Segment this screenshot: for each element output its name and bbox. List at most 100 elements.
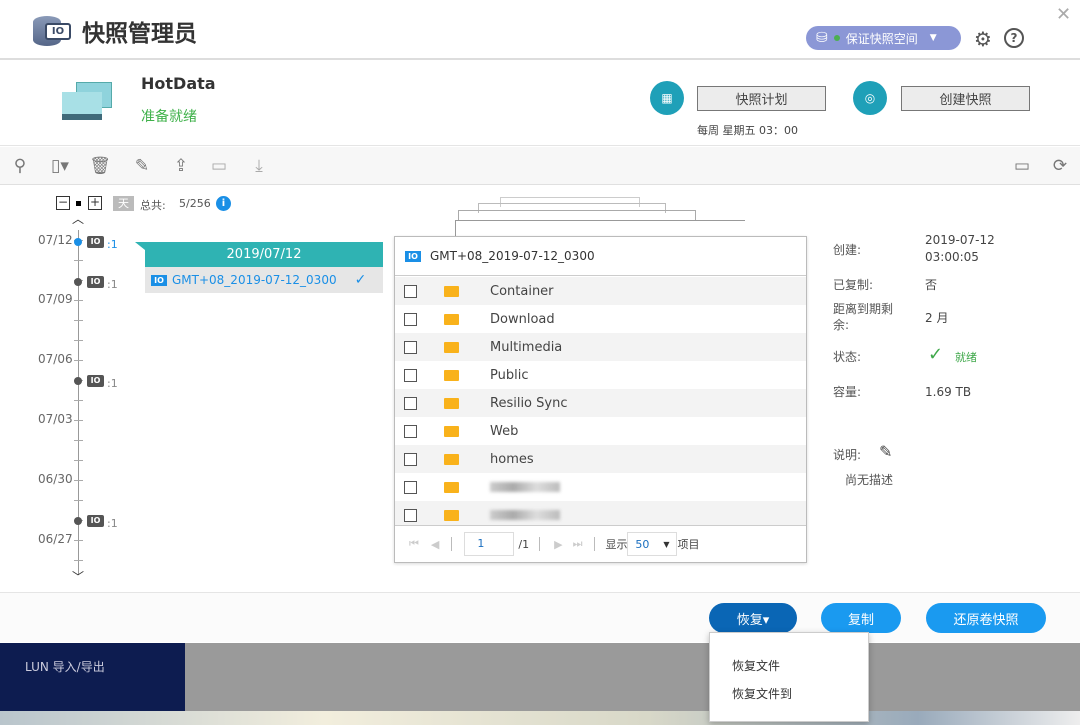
toolbar bbox=[0, 147, 1080, 185]
row-checkbox[interactable] bbox=[404, 508, 417, 522]
total-label: 总共: bbox=[140, 199, 166, 212]
snapshot-count: :1 bbox=[107, 377, 118, 390]
capacity-label: 容量: bbox=[833, 385, 862, 399]
popup-pointer bbox=[135, 242, 145, 250]
first-page-icon[interactable]: ⏮ bbox=[409, 537, 419, 551]
file-row[interactable]: Multimedia bbox=[395, 333, 806, 361]
app-logo: IO bbox=[33, 14, 73, 48]
row-checkbox[interactable] bbox=[404, 480, 417, 494]
trash-icon[interactable]: 🗑 bbox=[89, 155, 111, 177]
search-icon[interactable]: ⚲ bbox=[9, 155, 31, 177]
day-unit-badge[interactable]: 天 bbox=[113, 196, 134, 211]
timeline-date: 07/12 bbox=[38, 233, 73, 247]
row-checkbox[interactable] bbox=[404, 340, 417, 354]
file-row[interactable]: Public bbox=[395, 361, 806, 389]
file-row[interactable] bbox=[395, 501, 806, 525]
file-row[interactable]: homes bbox=[395, 445, 806, 473]
page-total: /1 bbox=[518, 537, 530, 551]
menu-item-restore-files-to[interactable]: 恢复文件到 bbox=[732, 685, 792, 702]
folder-icon bbox=[444, 397, 459, 409]
refresh-icon[interactable]: ⟳ bbox=[1049, 155, 1071, 177]
expire-value: 2 月 bbox=[925, 311, 949, 325]
schedule-text: 每周 星期五 03：00 bbox=[697, 124, 798, 137]
timeline-date: 07/06 bbox=[38, 352, 73, 366]
footer-bar bbox=[0, 592, 1080, 642]
window-icon[interactable]: ▭ bbox=[1011, 155, 1033, 177]
timeline-tick bbox=[74, 340, 83, 341]
snapshot-icon: IO bbox=[405, 250, 421, 262]
state-label: 状态: bbox=[833, 350, 862, 364]
database-icon: ⛁ bbox=[816, 30, 828, 46]
folder-name: Resilio Sync bbox=[490, 395, 568, 411]
last-page-icon[interactable]: ⏭ bbox=[573, 537, 583, 551]
file-row[interactable]: Download bbox=[395, 305, 806, 333]
row-checkbox[interactable] bbox=[404, 284, 417, 298]
scroll-down-icon[interactable]: ﹀ bbox=[72, 568, 84, 585]
edit-icon[interactable]: ✎ bbox=[131, 155, 153, 177]
prev-page-icon[interactable]: ◀ bbox=[431, 538, 439, 551]
snapshot-list-item[interactable]: IO GMT+08_2019-07-12_0300 ✓ bbox=[145, 267, 383, 293]
edit-description-icon[interactable]: ✎ bbox=[879, 442, 892, 461]
copied-label: 已复制: bbox=[833, 278, 874, 292]
gear-icon[interactable]: ⚙ bbox=[974, 27, 992, 51]
file-list: Container Download Multimedia Public Resilio… bbox=[395, 277, 806, 525]
snapshot-icon: IO bbox=[87, 236, 104, 248]
volume-name: HotData bbox=[141, 74, 216, 93]
timeline-point[interactable] bbox=[74, 517, 82, 525]
background-desktop bbox=[0, 711, 1080, 725]
snapshot-name: GMT+08_2019-07-12_0300 bbox=[172, 273, 337, 287]
folder-icon bbox=[444, 481, 459, 493]
menu-item-restore-files[interactable]: 恢复文件 bbox=[732, 657, 780, 674]
restore-button[interactable]: 恢复▾ bbox=[709, 603, 797, 633]
timeline-point[interactable] bbox=[74, 278, 82, 286]
folder-icon bbox=[444, 285, 459, 297]
per-page-value: 50 bbox=[635, 537, 650, 551]
ruler-dropdown-icon[interactable]: ▯▾ bbox=[46, 155, 74, 177]
snapshot-schedule-button[interactable]: 快照计划 bbox=[697, 86, 826, 111]
help-icon[interactable]: ? bbox=[1004, 28, 1024, 48]
copy-button[interactable]: 复制 bbox=[821, 603, 901, 633]
download-icon[interactable]: ⤓ bbox=[248, 155, 270, 177]
file-row[interactable]: Web bbox=[395, 417, 806, 445]
scroll-up-icon[interactable]: ︿ bbox=[72, 210, 84, 227]
file-row[interactable]: Container bbox=[395, 277, 806, 305]
folder-icon bbox=[444, 453, 459, 465]
status-dot bbox=[833, 35, 840, 41]
zoom-in-button[interactable]: + bbox=[88, 196, 102, 210]
revert-volume-snapshot-button[interactable]: 还原卷快照 bbox=[926, 603, 1046, 633]
timeline-tick bbox=[74, 540, 83, 541]
file-row[interactable] bbox=[395, 473, 806, 501]
per-page-select[interactable]: 50 ▼ bbox=[627, 532, 678, 556]
row-checkbox[interactable] bbox=[404, 452, 417, 466]
timeline-tick bbox=[74, 260, 83, 261]
show-label: 显示 bbox=[605, 538, 628, 551]
info-icon[interactable]: i bbox=[216, 196, 231, 211]
guaranteed-space-dropdown[interactable]: ⛁ 保证快照空间 ▼ bbox=[806, 26, 961, 50]
page-input[interactable]: 1 bbox=[464, 532, 515, 556]
row-checkbox[interactable] bbox=[404, 424, 417, 438]
check-icon: ✓ bbox=[354, 272, 367, 288]
timeline-tick bbox=[74, 440, 83, 441]
calendar-icon: ▦ bbox=[650, 81, 684, 115]
timeline-tick bbox=[74, 300, 83, 301]
total-value: 5/256 bbox=[179, 197, 211, 210]
row-checkbox[interactable] bbox=[404, 312, 417, 326]
restore-menu: 恢复文件 恢复文件到 bbox=[709, 632, 869, 722]
zoom-out-button[interactable]: − bbox=[56, 196, 70, 210]
row-checkbox[interactable] bbox=[404, 368, 417, 382]
created-label: 创建: bbox=[833, 243, 862, 257]
timeline-tick bbox=[74, 480, 83, 481]
folder-icon[interactable]: ▭ bbox=[208, 155, 230, 177]
snapshot-icon: IO bbox=[87, 375, 104, 387]
row-checkbox[interactable] bbox=[404, 396, 417, 410]
create-snapshot-button[interactable]: 创建快照 bbox=[901, 86, 1030, 111]
next-page-icon[interactable]: ▶ bbox=[554, 538, 562, 551]
snapshot-icon: IO bbox=[151, 274, 167, 286]
stacked-panel bbox=[455, 220, 745, 236]
close-icon[interactable]: ✕ bbox=[1056, 4, 1071, 25]
file-row[interactable]: Resilio Sync bbox=[395, 389, 806, 417]
timeline-date: 07/03 bbox=[38, 412, 73, 426]
timeline-point-selected[interactable] bbox=[74, 238, 82, 246]
upload-icon[interactable]: ⇪ bbox=[170, 155, 192, 177]
timeline-point[interactable] bbox=[74, 377, 82, 385]
